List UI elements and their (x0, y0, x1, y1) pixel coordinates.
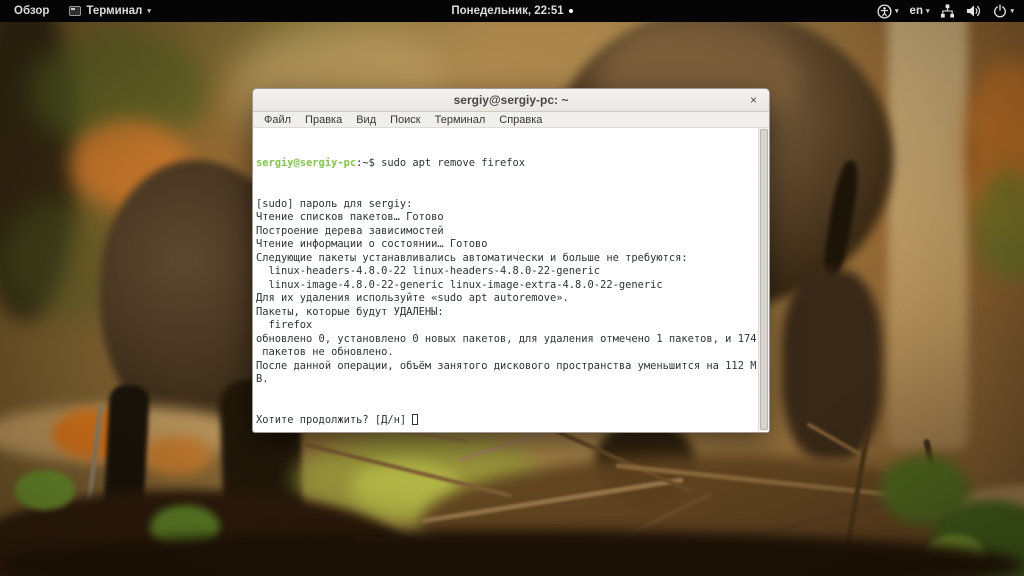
wallpaper-shape (924, 477, 1024, 524)
wallpaper-shape (303, 442, 513, 498)
chevron-down-icon: ▾ (926, 8, 930, 15)
terminal-line: пакетов не обновлено. (256, 346, 755, 360)
menu-item-3[interactable]: Поиск (383, 114, 427, 126)
wallpaper-shape (930, 500, 1024, 576)
keyboard-layout-menu[interactable]: en ▾ (910, 5, 930, 17)
clock-button[interactable]: Понедельник, 22:51 (451, 5, 572, 17)
wallpaper-shape (295, 432, 545, 527)
accessibility-menu[interactable]: ▾ (877, 4, 899, 19)
wallpaper-shape (355, 536, 560, 554)
wallpaper-shape (81, 402, 104, 547)
wallpaper-shape (52, 408, 147, 460)
app-menu-label: Терминал (86, 5, 142, 17)
prompt-user-host: sergiy@sergiy-pc (256, 157, 356, 169)
prompt-path: :~$ (356, 157, 381, 169)
wallpaper-shape (350, 460, 460, 515)
volume-indicator[interactable] (966, 4, 982, 18)
wallpaper-shape (0, 490, 410, 576)
wallpaper-shape (0, 200, 140, 320)
top-bar: Обзор Терминал ▾ Понедельник, 22:51 ▾ (0, 0, 1024, 22)
wallpaper-shape (698, 488, 937, 551)
wallpaper-shape (360, 540, 420, 575)
menu-item-0[interactable]: Файл (257, 114, 298, 126)
wallpaper-shape (844, 429, 871, 553)
terminal-line: В. (256, 373, 755, 387)
window-menubar: ФайлПравкаВидПоискТерминалСправка (253, 112, 769, 128)
activities-button[interactable]: Обзор (10, 5, 53, 17)
terminal-line: Чтение информации о состоянии… Готово (256, 238, 755, 252)
wallpaper-shape (880, 455, 970, 525)
window-title: sergiy@sergiy-pc: ~ (454, 93, 569, 107)
terminal-content[interactable]: sergiy@sergiy-pc:~$ sudo apt remove fire… (253, 128, 769, 431)
chevron-down-icon: ▾ (895, 8, 899, 15)
menu-item-2[interactable]: Вид (349, 114, 383, 126)
status-area: ▾ en ▾ (877, 4, 1014, 19)
boar-left-leg (102, 384, 150, 541)
wallpaper-shape (142, 436, 212, 476)
wallpaper-shape (70, 120, 190, 210)
menu-item-4[interactable]: Терминал (428, 114, 493, 126)
boar-right-tail (820, 159, 863, 281)
terminal-line: обновлено 0, установлено 0 новых пакетов… (256, 333, 755, 347)
wallpaper-shape (562, 492, 712, 568)
terminal-scrollbar[interactable] (758, 128, 769, 431)
terminal-line: Пакеты, которые будут УДАЛЕНЫ: (256, 306, 755, 320)
menu-item-5[interactable]: Справка (492, 114, 549, 126)
wallpaper-shape (421, 477, 684, 523)
terminal-line: Для их удаления используйте «sudo apt au… (256, 292, 755, 306)
desktop: Обзор Терминал ▾ Понедельник, 22:51 ▾ (0, 0, 1024, 576)
close-button[interactable]: × (746, 93, 761, 108)
notification-dot-icon (569, 9, 573, 13)
wallpaper-shape (965, 60, 1024, 240)
tree-trunk (888, 0, 968, 450)
terminal-cursor (412, 414, 418, 425)
wallpaper-shape (616, 463, 900, 498)
wallpaper-shape (0, 530, 1024, 576)
wallpaper-shape (0, 0, 80, 320)
wallpaper-shape (0, 405, 250, 463)
power-icon (993, 4, 1007, 18)
terminal-line: Построение дерева зависимостей (256, 225, 755, 239)
volume-icon (966, 4, 982, 18)
window-titlebar[interactable]: sergiy@sergiy-pc: ~ × (253, 89, 769, 112)
clock-area: Понедельник, 22:51 (0, 0, 1024, 22)
terminal-line: Чтение списков пакетов… Готово (256, 211, 755, 225)
terminal-window: sergiy@sergiy-pc: ~ × ФайлПравкаВидПоиск… (252, 88, 770, 433)
boar-right-leg (782, 270, 882, 460)
keyboard-layout-label: en (910, 5, 923, 17)
wallpaper-shape (30, 30, 210, 150)
terminal-line: [sudo] пароль для sergiy: (256, 198, 755, 212)
wallpaper-shape (630, 540, 685, 575)
terminal-line: После данной операции, объём занятого ди… (256, 360, 755, 374)
wallpaper-shape (806, 422, 968, 518)
scrollbar-thumb[interactable] (760, 129, 768, 430)
network-icon (940, 4, 955, 18)
wallpaper-shape (15, 470, 75, 510)
wallpaper-shape (923, 439, 953, 553)
wallpaper-shape (420, 455, 1000, 576)
terminal-output: [sudo] пароль для sergiy:Чтение списков … (256, 198, 755, 387)
wallpaper-shape (855, 135, 1024, 180)
terminal-prompt-line: sergiy@sergiy-pc:~$ sudo apt remove fire… (256, 157, 755, 171)
network-indicator[interactable] (940, 4, 955, 18)
menu-item-1[interactable]: Правка (298, 114, 349, 126)
wallpaper-shape (150, 505, 220, 550)
power-menu[interactable]: ▾ (993, 4, 1014, 18)
chevron-down-icon: ▾ (1010, 8, 1014, 15)
question-text: Хотите продолжить? [Д/н] (256, 414, 412, 426)
terminal-question-line: Хотите продолжить? [Д/н] (256, 414, 755, 428)
terminal-line: Следующие пакеты устанавливались автомат… (256, 252, 755, 266)
app-menu-button[interactable]: Терминал ▾ (69, 5, 150, 17)
wallpaper-shape (925, 535, 985, 575)
terminal-app-icon (69, 6, 81, 16)
chevron-down-icon: ▾ (147, 8, 151, 15)
terminal-line: linux-image-4.8.0-22-generic linux-image… (256, 279, 755, 293)
terminal-line: linux-headers-4.8.0-22 linux-headers-4.8… (256, 265, 755, 279)
terminal-command: sudo apt remove firefox (381, 157, 525, 169)
terminal-line: firefox (256, 319, 755, 333)
accessibility-icon (877, 4, 892, 19)
clock-label: Понедельник, 22:51 (451, 5, 563, 17)
wallpaper-shape (975, 170, 1024, 280)
